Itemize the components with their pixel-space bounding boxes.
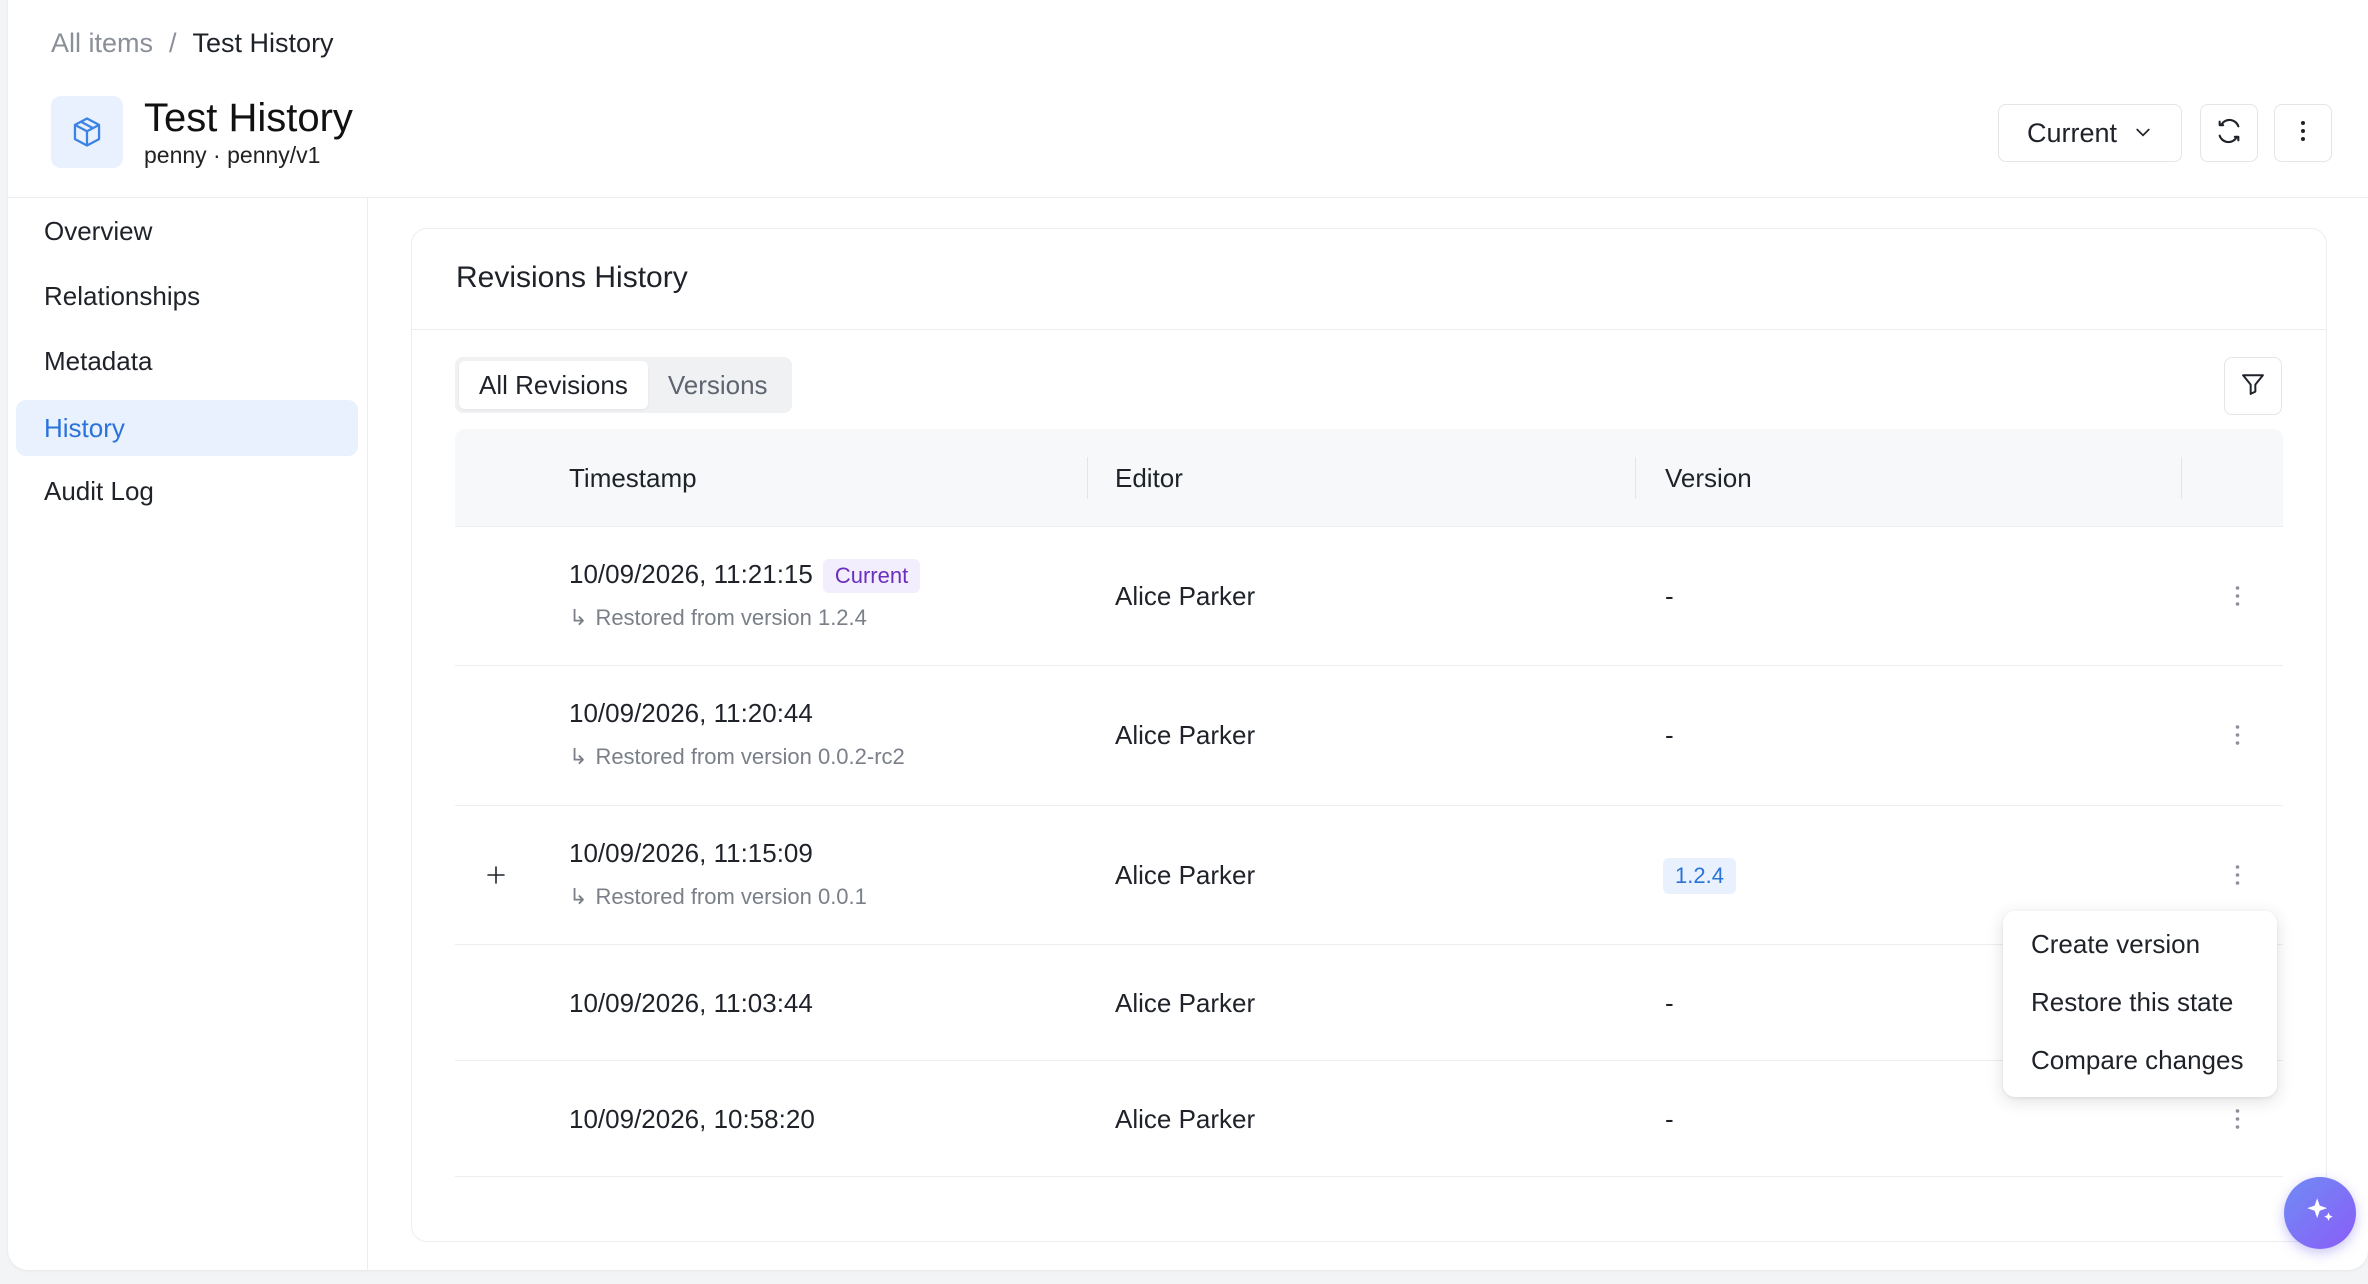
column-separator — [2181, 457, 2182, 499]
row-editor: Alice Parker — [1115, 1104, 1256, 1134]
refresh-button[interactable] — [2200, 104, 2258, 162]
card-title: Revisions History — [456, 261, 688, 294]
sidebar-item-relationships[interactable]: Relationships — [16, 268, 358, 324]
sidebar-item-label: Audit Log — [44, 475, 154, 506]
row-editor: Alice Parker — [1115, 581, 1256, 611]
version-badge[interactable]: 1.2.4 — [1663, 858, 1736, 894]
row-timestamp: 10/09/2026, 11:15:09 — [569, 838, 813, 868]
restored-text: Restored from version 0.0.1 — [595, 884, 867, 909]
menu-item-compare-changes[interactable]: Compare changes — [2031, 1045, 2243, 1076]
filter-button[interactable] — [2224, 357, 2282, 415]
row-timestamp: 10/09/2026, 10:58:20 — [569, 1104, 815, 1134]
column-header-timestamp[interactable]: Timestamp — [569, 429, 697, 527]
table-header: Timestamp Editor Version — [455, 429, 2283, 527]
menu-item-create-version[interactable]: Create version — [2031, 929, 2200, 960]
breadcrumb-separator: / — [169, 28, 177, 58]
restored-text: Restored from version 0.0.2-rc2 — [595, 744, 905, 769]
row-kebab-icon[interactable] — [2225, 581, 2249, 611]
row-editor: Alice Parker — [1115, 860, 1256, 890]
row-kebab-icon[interactable] — [2225, 860, 2249, 890]
return-arrow-icon: ↳ — [569, 744, 588, 769]
sidebar-item-label: Metadata — [44, 345, 153, 376]
refresh-icon — [2215, 117, 2243, 150]
restored-note: ↳ Restored from version 0.0.1 — [569, 884, 867, 910]
sidebar: Overview Relationships Metadata History … — [8, 198, 368, 1270]
table-row[interactable]: 10/09/2026, 11:21:15 Current ↳ Restored f… — [455, 527, 2283, 666]
row-timestamp: 10/09/2026, 11:21:15 Current — [569, 559, 921, 594]
sidebar-item-overview[interactable]: Overview — [16, 203, 358, 259]
breadcrumb-all-items[interactable]: All items — [51, 28, 153, 59]
restored-note: ↳ Restored from version 1.2.4 — [569, 605, 867, 631]
column-header-editor[interactable]: Editor — [1115, 429, 1183, 527]
row-version: - — [1665, 581, 1674, 611]
app-window: All items / Test History Test History pe… — [8, 0, 2368, 1270]
sparkle-icon — [2303, 1194, 2337, 1233]
restored-text: Restored from version 1.2.4 — [595, 605, 867, 630]
table-row[interactable]: 10/09/2026, 11:20:44 ↳ Restored from ver… — [455, 666, 2283, 806]
chevron-down-icon — [2133, 118, 2153, 149]
sidebar-item-label: Overview — [44, 215, 153, 246]
row-timestamp: 10/09/2026, 11:03:44 — [569, 988, 813, 1018]
breadcrumb-current: Test History — [192, 28, 334, 58]
return-arrow-icon: ↳ — [569, 605, 588, 630]
row-kebab-icon[interactable] — [2225, 1104, 2249, 1134]
sidebar-item-label: History — [44, 412, 125, 443]
menu-item-restore-state[interactable]: Restore this state — [2031, 987, 2233, 1018]
version-select-label: Current — [2026, 117, 2118, 148]
filter-icon — [2239, 370, 2267, 403]
version-select[interactable]: Current — [1998, 104, 2182, 162]
card-divider — [412, 329, 2326, 330]
row-context-menu: Create version Restore this state Compar… — [2003, 911, 2277, 1097]
current-badge: Current — [822, 559, 921, 594]
row-version: - — [1665, 720, 1674, 750]
sidebar-item-history[interactable]: History — [16, 400, 358, 456]
expand-plus-icon[interactable] — [481, 860, 511, 890]
column-separator — [1635, 457, 1636, 499]
restored-note: ↳ Restored from version 0.0.2-rc2 — [569, 744, 905, 770]
kebab-icon — [2300, 119, 2306, 148]
row-timestamp: 10/09/2026, 11:20:44 — [569, 698, 813, 728]
row-kebab-icon[interactable] — [2225, 720, 2249, 750]
ai-assistant-button[interactable] — [2284, 1177, 2356, 1249]
revision-tabs: All Revisions Versions — [455, 357, 792, 413]
tab-versions[interactable]: Versions — [648, 361, 788, 409]
more-options-button[interactable] — [2274, 104, 2332, 162]
timestamp-text: 10/09/2026, 11:21:15 — [569, 559, 813, 589]
cube-icon — [51, 96, 123, 168]
return-arrow-icon: ↳ — [569, 884, 588, 909]
row-version: - — [1665, 988, 1674, 1018]
row-editor: Alice Parker — [1115, 720, 1256, 750]
sidebar-item-audit-log[interactable]: Audit Log — [16, 463, 358, 519]
page-subtitle: penny · penny/v1 — [144, 142, 321, 168]
page-title: Test History — [144, 96, 353, 140]
column-separator — [1087, 457, 1088, 499]
row-version: - — [1665, 1104, 1674, 1134]
column-header-version[interactable]: Version — [1665, 429, 1752, 527]
sidebar-item-metadata[interactable]: Metadata — [16, 333, 358, 389]
breadcrumb: All items / Test History — [51, 28, 334, 59]
sidebar-item-label: Relationships — [44, 280, 201, 311]
row-editor: Alice Parker — [1115, 988, 1256, 1018]
tab-all-revisions[interactable]: All Revisions — [459, 361, 648, 409]
